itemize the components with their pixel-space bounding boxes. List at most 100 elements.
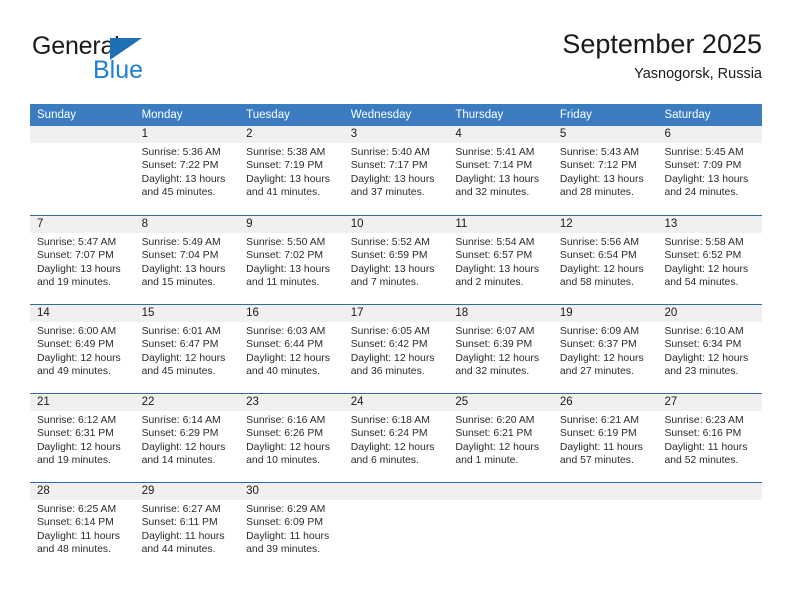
day-detail-line: Sunset: 7:07 PM: [37, 250, 114, 262]
calendar-day-cell[interactable]: 13 Sunrise: 5:58 AM Sunset: 6:52 PM Dayligh…: [657, 216, 763, 304]
calendar-day-cell[interactable]: 1 Sunrise: 5:36 AM Sunset: 7:22 PM Daylight…: [134, 126, 240, 215]
day-detail-line: Sunset: 7:14 PM: [455, 160, 533, 172]
day-detail-line: and 48 minutes.: [37, 543, 111, 555]
day-detail-text: Sunrise: 6:10 AM Sunset: 6:34 PM Daylight:…: [657, 322, 762, 378]
day-detail-text: Sunrise: 6:14 AM Sunset: 6:29 PM Daylight:…: [135, 411, 240, 467]
calendar-day-cell[interactable]: 5 Sunrise: 5:43 AM Sunset: 7:12 PM Daylight…: [552, 126, 658, 215]
calendar-day-cell[interactable]: 15 Sunrise: 6:01 AM Sunset: 6:47 PM Dayligh…: [134, 305, 240, 393]
day-detail-line: Sunset: 7:02 PM: [246, 250, 323, 262]
day-detail-text: Sunrise: 5:36 AM Sunset: 7:22 PM Daylight:…: [135, 143, 240, 199]
day-number-band: 5: [552, 126, 658, 143]
day-number-band: 20: [657, 305, 763, 322]
calendar-day-cell[interactable]: 18 Sunrise: 6:07 AM Sunset: 6:39 PM Dayligh…: [448, 305, 553, 393]
day-detail-text: Sunrise: 6:00 AM Sunset: 6:49 PM Daylight:…: [30, 322, 135, 378]
calendar-day-cell[interactable]: 4 Sunrise: 5:41 AM Sunset: 7:14 PM Daylight…: [448, 126, 553, 215]
day-detail-line: Daylight: 13 hours: [664, 173, 749, 185]
calendar-day-cell[interactable]: 17 Sunrise: 6:05 AM Sunset: 6:42 PM Dayligh…: [343, 305, 449, 393]
calendar-day-cell[interactable]: 23 Sunrise: 6:16 AM Sunset: 6:26 PM Dayligh…: [239, 394, 344, 482]
day-number-band: [30, 126, 135, 143]
day-detail-line: Sunset: 6:49 PM: [37, 339, 114, 351]
day-detail-line: Sunset: 7:17 PM: [350, 160, 428, 172]
calendar-day-cell-empty: [552, 483, 658, 568]
day-detail-line: Sunset: 6:19 PM: [559, 428, 637, 440]
day-number: 7: [37, 218, 44, 230]
calendar-day-cell[interactable]: 27 Sunrise: 6:23 AM Sunset: 6:16 PM Dayligh…: [657, 394, 763, 482]
day-detail-line: Daylight: 13 hours: [141, 173, 226, 185]
calendar-day-cell[interactable]: 24 Sunrise: 6:18 AM Sunset: 6:24 PM Dayligh…: [343, 394, 449, 482]
calendar-day-cell[interactable]: 11 Sunrise: 5:54 AM Sunset: 6:57 PM Dayligh…: [448, 216, 553, 304]
day-number: 23: [246, 396, 259, 408]
calendar-day-cell[interactable]: 8 Sunrise: 5:49 AM Sunset: 7:04 PM Daylight…: [134, 216, 240, 304]
day-number-band: 3: [343, 126, 449, 143]
day-number: 24: [350, 396, 364, 408]
day-detail-line: Daylight: 13 hours: [455, 173, 540, 185]
day-detail-line: Daylight: 11 hours: [141, 530, 225, 542]
day-detail-text: Sunrise: 6:16 AM Sunset: 6:26 PM Daylight:…: [239, 411, 344, 467]
title-block: September 2025 Yasnogorsk, Russia: [562, 28, 762, 84]
day-detail-line: Sunset: 6:21 PM: [455, 428, 533, 440]
calendar-day-cell[interactable]: 22 Sunrise: 6:14 AM Sunset: 6:29 PM Dayligh…: [134, 394, 240, 482]
general-blue-logo[interactable]: General Blue: [32, 32, 252, 88]
day-detail-line: and 14 minutes.: [141, 454, 216, 466]
calendar-day-cell[interactable]: 20 Sunrise: 6:10 AM Sunset: 6:34 PM Dayligh…: [657, 305, 763, 393]
weekday-header-row: Sunday Monday Tuesday Wednesday Thursday Frid…: [30, 104, 762, 126]
calendar-day-cell[interactable]: 6 Sunrise: 5:45 AM Sunset: 7:09 PM Daylight…: [657, 126, 763, 215]
calendar-day-cell[interactable]: 26 Sunrise: 6:21 AM Sunset: 6:19 PM Dayligh…: [552, 394, 658, 482]
logo-text-blue: Blue: [93, 56, 144, 84]
day-detail-line: Sunrise: 5:43 AM: [559, 147, 640, 158]
day-detail-line: Sunrise: 5:41 AM: [455, 147, 535, 158]
day-number-band: 23: [239, 394, 344, 411]
day-number: 16: [246, 307, 259, 319]
day-detail-text: [448, 500, 553, 503]
day-number-band: [343, 483, 449, 500]
day-detail-text: Sunrise: 6:29 AM Sunset: 6:09 PM Daylight:…: [239, 500, 344, 556]
day-number: 28: [37, 485, 50, 497]
day-number: 18: [455, 307, 469, 319]
day-detail-line: Sunset: 6:11 PM: [141, 517, 218, 529]
day-detail-line: and 32 minutes.: [455, 186, 530, 198]
day-detail-text: Sunrise: 5:40 AM Sunset: 7:17 PM Daylight:…: [344, 143, 449, 199]
calendar-grid: Sunday Monday Tuesday Wednesday Thursday Frid…: [30, 104, 763, 568]
day-detail-line: Daylight: 11 hours: [37, 530, 120, 542]
calendar-day-cell[interactable]: 21 Sunrise: 6:12 AM Sunset: 6:31 PM Dayligh…: [30, 394, 135, 482]
calendar-day-cell[interactable]: 16 Sunrise: 6:03 AM Sunset: 6:44 PM Dayligh…: [239, 305, 344, 393]
calendar-day-cell[interactable]: 19 Sunrise: 6:09 AM Sunset: 6:37 PM Dayligh…: [552, 305, 658, 393]
calendar-day-cell[interactable]: 3 Sunrise: 5:40 AM Sunset: 7:17 PM Daylight…: [343, 126, 449, 215]
calendar-day-cell-empty: [30, 126, 135, 215]
calendar-day-cell[interactable]: 25 Sunrise: 6:20 AM Sunset: 6:21 PM Dayligh…: [448, 394, 553, 482]
calendar-weeks: 1 Sunrise: 5:36 AM Sunset: 7:22 PM Daylight…: [30, 126, 763, 568]
calendar-day-cell[interactable]: 2 Sunrise: 5:38 AM Sunset: 7:19 PM Daylight…: [239, 126, 344, 215]
day-detail-text: Sunrise: 6:05 AM Sunset: 6:42 PM Daylight:…: [344, 322, 449, 378]
calendar-day-cell[interactable]: 10 Sunrise: 5:52 AM Sunset: 6:59 PM Dayligh…: [343, 216, 449, 304]
day-number: 29: [141, 485, 155, 497]
day-detail-text: Sunrise: 6:18 AM Sunset: 6:24 PM Daylight:…: [344, 411, 449, 467]
day-detail-line: and 24 minutes.: [664, 186, 739, 198]
day-detail-text: Sunrise: 5:50 AM Sunset: 7:02 PM Daylight:…: [239, 233, 344, 289]
day-detail-text: Sunrise: 5:47 AM Sunset: 7:07 PM Daylight:…: [30, 233, 135, 289]
day-detail-line: Sunset: 7:22 PM: [141, 160, 219, 172]
day-detail-line: Sunrise: 6:14 AM: [141, 415, 221, 426]
calendar-day-cell[interactable]: 7 Sunrise: 5:47 AM Sunset: 7:07 PM Daylight…: [30, 216, 135, 304]
day-number-band: 15: [134, 305, 240, 322]
day-detail-text: Sunrise: 5:52 AM Sunset: 6:59 PM Daylight:…: [344, 233, 449, 289]
day-number-band: 16: [239, 305, 344, 322]
day-detail-text: Sunrise: 6:07 AM Sunset: 6:39 PM Daylight:…: [448, 322, 553, 378]
day-number: 10: [350, 218, 364, 230]
calendar-day-cell[interactable]: 14 Sunrise: 6:00 AM Sunset: 6:49 PM Dayligh…: [30, 305, 135, 393]
day-detail-line: Daylight: 12 hours: [350, 441, 435, 453]
calendar-day-cell[interactable]: 28 Sunrise: 6:25 AM Sunset: 6:14 PM Dayligh…: [30, 483, 135, 568]
calendar-day-cell[interactable]: 30 Sunrise: 6:29 AM Sunset: 6:09 PM Dayligh…: [239, 483, 344, 568]
day-detail-line: Daylight: 12 hours: [246, 352, 330, 364]
day-number: 19: [559, 307, 573, 319]
weekday-header-friday: Friday: [559, 109, 592, 121]
calendar-day-cell[interactable]: 9 Sunrise: 5:50 AM Sunset: 7:02 PM Daylight…: [239, 216, 344, 304]
day-detail-text: Sunrise: 5:45 AM Sunset: 7:09 PM Daylight:…: [657, 143, 762, 199]
day-number: 8: [141, 218, 148, 230]
calendar-day-cell[interactable]: 12 Sunrise: 5:56 AM Sunset: 6:54 PM Dayligh…: [552, 216, 658, 304]
calendar-day-cell[interactable]: 29 Sunrise: 6:27 AM Sunset: 6:11 PM Dayligh…: [134, 483, 240, 568]
day-detail-line: Sunset: 6:24 PM: [350, 428, 428, 440]
day-detail-line: and 15 minutes.: [141, 276, 216, 288]
day-detail-text: Sunrise: 5:43 AM Sunset: 7:12 PM Daylight:…: [553, 143, 658, 199]
day-detail-line: and 41 minutes.: [246, 186, 321, 198]
day-number-band: 10: [343, 216, 449, 233]
